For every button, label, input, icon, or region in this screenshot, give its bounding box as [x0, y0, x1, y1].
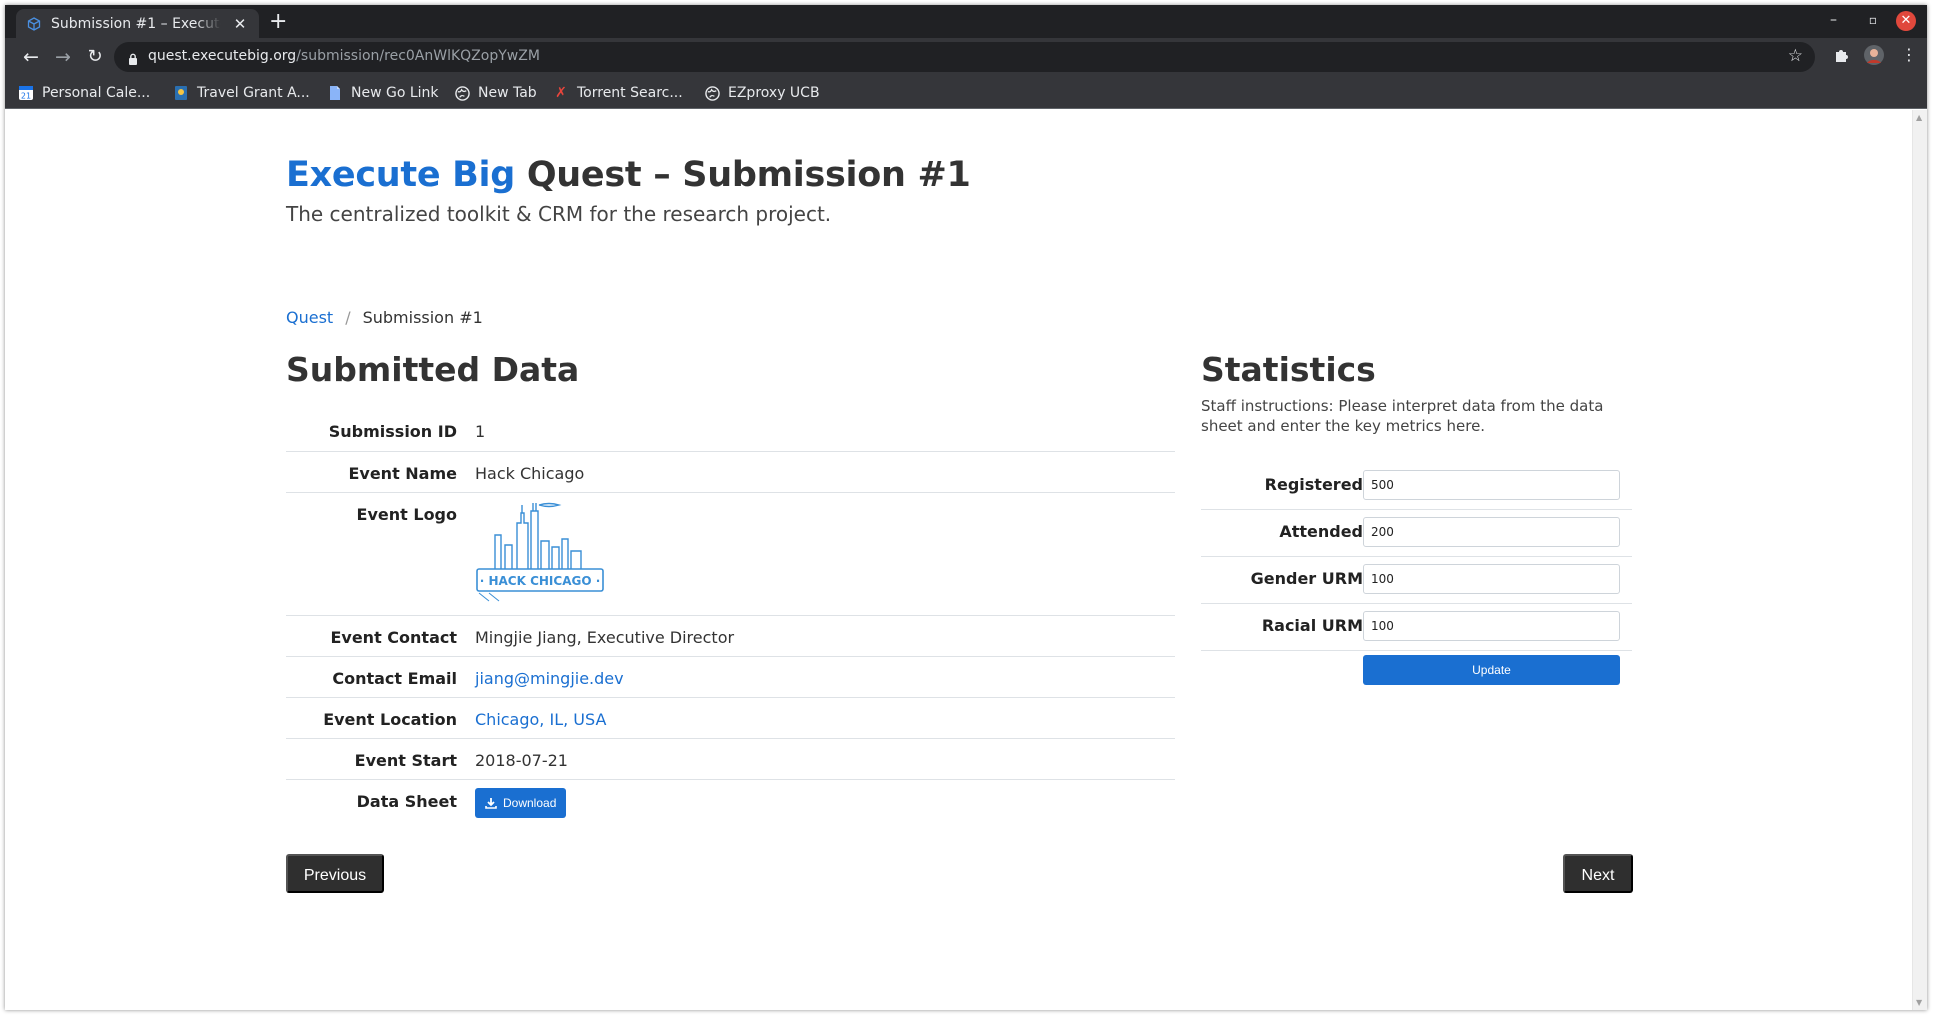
url-text: quest.executebig.org/submission/rec0AnWl…: [148, 48, 540, 64]
x-icon: ✗: [555, 85, 567, 101]
stat-row-registered: Registered: [1201, 463, 1632, 510]
bookmark-label: EZproxy UCB: [728, 85, 820, 101]
download-button[interactable]: Download: [475, 788, 567, 818]
breadcrumb-quest-link[interactable]: Quest: [286, 308, 333, 327]
extensions-puzzle-icon[interactable]: [1833, 46, 1851, 68]
close-tab-icon[interactable]: ✕: [231, 15, 249, 33]
svg-text:· HACK CHICAGO ·: · HACK CHICAGO ·: [480, 574, 601, 588]
table-row: Event Contact Mingjie Jiang, Executive D…: [286, 615, 1175, 656]
globe-icon: [704, 85, 720, 101]
browser-window: Submission #1 – Execute Big Quest ✕ + – …: [5, 5, 1927, 1010]
grant-form-icon: [173, 85, 189, 101]
contact-email-link[interactable]: jiang@mingjie.dev: [475, 669, 624, 688]
tab-strip: Submission #1 – Execute Big Quest ✕ + – …: [5, 5, 1927, 38]
cube-icon: [26, 16, 42, 32]
bookmarks-bar: 21 Personal Cale... Travel Grant A... Ne…: [5, 76, 1927, 109]
back-arrow-icon[interactable]: ←: [18, 44, 44, 70]
attended-input[interactable]: [1363, 517, 1620, 547]
table-row: Contact Email jiang@mingjie.dev: [286, 656, 1175, 697]
bookmark-new-tab[interactable]: New Tab: [454, 85, 537, 101]
bookmark-label: New Go Link: [351, 85, 439, 101]
bookmark-star-icon[interactable]: ☆: [1788, 46, 1803, 66]
address-bar[interactable]: quest.executebig.org/submission/rec0AnWl…: [114, 42, 1815, 72]
globe-icon: [454, 85, 470, 101]
bookmark-new-go-link[interactable]: New Go Link: [327, 85, 439, 101]
submitted-data-heading: Submitted Data: [286, 350, 580, 389]
bookmark-label: Personal Cale...: [42, 85, 151, 101]
page-scrollbar[interactable]: ▲ ▼: [1912, 110, 1927, 1010]
bookmark-travel-grant[interactable]: Travel Grant A...: [173, 85, 310, 101]
table-row: Event Start 2018-07-21: [286, 738, 1175, 779]
minimize-icon[interactable]: –: [1830, 12, 1837, 28]
table-row: Event Logo · HACK CHICAGO ·: [286, 492, 1175, 615]
update-button[interactable]: Update: [1363, 655, 1620, 685]
scroll-up-icon[interactable]: ▲: [1916, 113, 1922, 122]
bookmark-personal-calendar[interactable]: 21 Personal Cale...: [18, 85, 150, 101]
table-row: Submission ID 1: [328, 422, 486, 441]
browser-tab[interactable]: Submission #1 – Execute Big Quest ✕: [16, 9, 259, 38]
statistics-heading: Statistics: [1201, 350, 1376, 389]
forward-arrow-icon[interactable]: →: [50, 44, 76, 70]
previous-button[interactable]: Previous: [286, 854, 384, 893]
document-icon: [327, 85, 343, 101]
page-title: Execute Big Quest – Submission #1: [286, 155, 971, 195]
page-subtitle: The centralized toolkit & CRM for the re…: [286, 202, 832, 226]
stat-row-attended: Attended: [1201, 510, 1632, 557]
bookmark-ezproxy[interactable]: EZproxy UCB: [704, 85, 820, 101]
table-row: Data Sheet Download: [286, 779, 1175, 824]
gender-urm-input[interactable]: [1363, 564, 1620, 594]
bookmark-torrent-search[interactable]: ✗ Torrent Searc...: [553, 85, 683, 101]
bookmark-label: Torrent Searc...: [577, 85, 683, 101]
window-close-icon[interactable]: ✕: [1896, 11, 1916, 31]
staff-instructions: Staff instructions: Please interpret dat…: [1201, 397, 1604, 435]
tab-title: Submission #1 – Execute Big Quest: [51, 15, 221, 32]
stat-row-racial-urm: Racial URM: [1201, 604, 1632, 651]
menu-kebab-icon[interactable]: ⋮: [1901, 45, 1917, 64]
bookmark-label: Travel Grant A...: [197, 85, 310, 101]
new-tab-plus-icon[interactable]: +: [269, 11, 287, 33]
breadcrumb-current: Submission #1: [362, 308, 483, 327]
bookmark-label: New Tab: [478, 85, 537, 101]
event-logo: · HACK CHICAGO ·: [475, 501, 605, 611]
scroll-down-icon[interactable]: ▼: [1916, 998, 1922, 1007]
breadcrumb: Quest / Submission #1: [286, 308, 483, 327]
registered-input[interactable]: [1363, 470, 1620, 500]
calendar-icon: 21: [18, 85, 34, 101]
event-location-link[interactable]: Chicago, IL, USA: [475, 710, 606, 729]
table-row: Event Name Hack Chicago: [286, 451, 1175, 492]
profile-avatar[interactable]: [1863, 44, 1885, 70]
page-content: Execute Big Quest – Submission #1 The ce…: [5, 110, 1927, 1010]
lock-icon: [128, 50, 138, 69]
table-row: Event Location Chicago, IL, USA: [286, 697, 1175, 738]
restore-icon[interactable]: ▫: [1869, 13, 1877, 27]
browser-toolbar: ← → ↻ quest.executebig.org/submission/re…: [5, 38, 1927, 76]
racial-urm-input[interactable]: [1363, 611, 1620, 641]
submitted-data-table: Submission ID 1 Event Name Hack Chicago …: [286, 410, 1175, 824]
download-icon: [485, 798, 497, 809]
brand-name: Execute Big: [286, 155, 515, 195]
stat-row-gender-urm: Gender URM: [1201, 557, 1632, 604]
next-button[interactable]: Next: [1563, 854, 1633, 893]
svg-text:21: 21: [21, 92, 31, 101]
reload-icon[interactable]: ↻: [82, 44, 108, 70]
